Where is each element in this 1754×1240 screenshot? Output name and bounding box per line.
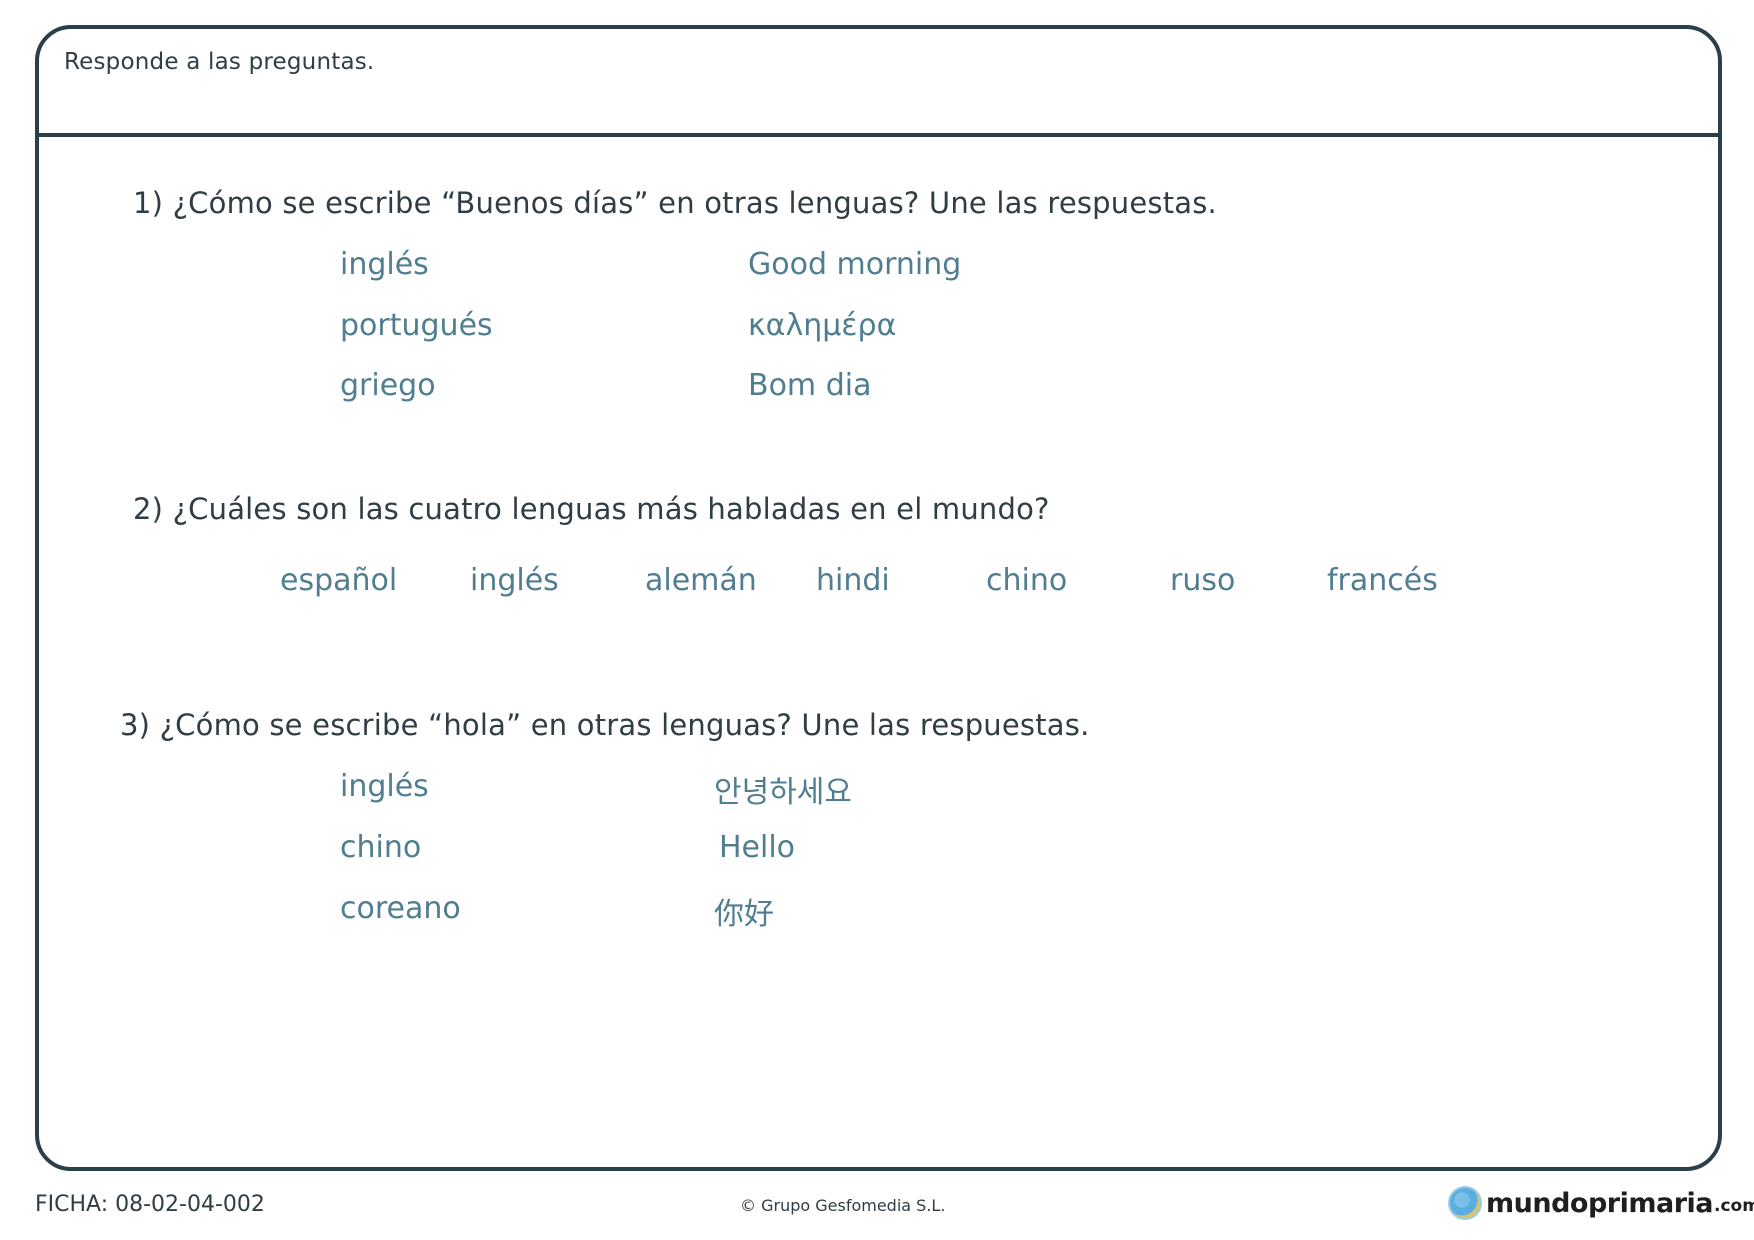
- q3-left-item[interactable]: inglés: [340, 769, 429, 804]
- q3-right-item[interactable]: 안녕하세요: [714, 767, 852, 811]
- q2-option[interactable]: chino: [986, 563, 1067, 598]
- question-2: 2) ¿Cuáles son las cuatro lenguas más ha…: [133, 492, 1050, 526]
- q3-left-item[interactable]: coreano: [340, 891, 461, 926]
- q1-left-item[interactable]: inglés: [340, 247, 429, 282]
- q3-right-item[interactable]: Hello: [719, 830, 795, 865]
- q3-right-item[interactable]: 你好: [714, 889, 774, 933]
- question-3: 3) ¿Cómo se escribe “hola” en otras leng…: [120, 708, 1090, 742]
- q2-option[interactable]: hindi: [816, 563, 890, 598]
- q2-option[interactable]: español: [280, 563, 397, 598]
- q2-option[interactable]: francés: [1327, 563, 1438, 598]
- globe-icon: [1448, 1186, 1482, 1220]
- q1-right-item[interactable]: καλημέρα: [748, 308, 896, 343]
- logo-name: mundoprimaria: [1486, 1187, 1714, 1219]
- q3-left-item[interactable]: chino: [340, 830, 421, 865]
- header-divider: [39, 133, 1718, 137]
- instruction-text: Responde a las preguntas.: [64, 49, 375, 75]
- q1-right-item[interactable]: Good morning: [748, 247, 961, 282]
- q2-option[interactable]: ruso: [1170, 563, 1235, 598]
- q2-option[interactable]: alemán: [645, 563, 757, 598]
- logo-tld: .com: [1714, 1196, 1754, 1216]
- copyright-text: © Grupo Gesfomedia S.L.: [740, 1196, 946, 1215]
- q1-left-item[interactable]: griego: [340, 368, 436, 403]
- worksheet-id: FICHA: 08-02-04-002: [35, 1192, 265, 1217]
- question-1: 1) ¿Cómo se escribe “Buenos días” en otr…: [133, 186, 1217, 220]
- q1-right-item[interactable]: Bom dia: [748, 368, 871, 403]
- q1-left-item[interactable]: portugués: [340, 308, 493, 343]
- q2-option[interactable]: inglés: [470, 563, 559, 598]
- site-logo[interactable]: mundoprimaria .com: [1448, 1186, 1754, 1220]
